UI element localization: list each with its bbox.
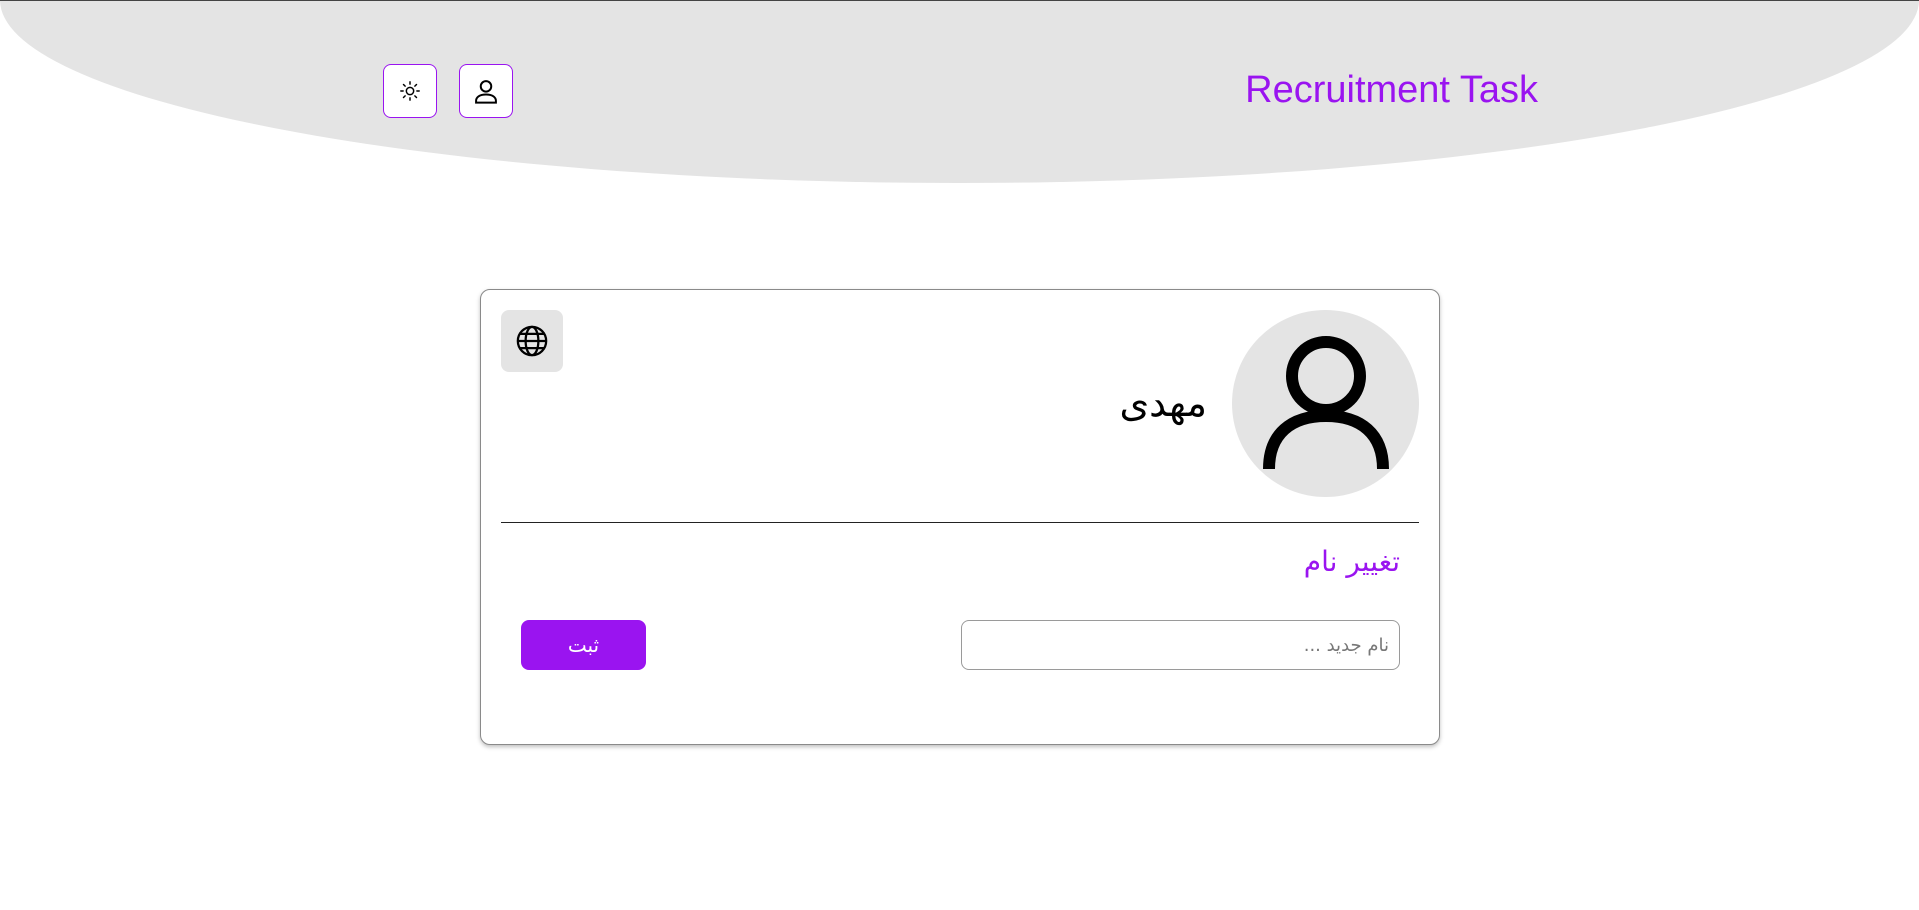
divider <box>501 522 1419 523</box>
change-name-title: تغییر نام <box>1303 545 1400 578</box>
header-content: Recruitment Task <box>383 64 1538 120</box>
new-name-input[interactable] <box>961 620 1400 670</box>
brand-title[interactable]: Recruitment Task <box>1245 68 1538 112</box>
language-button[interactable] <box>501 310 563 372</box>
username: مهدی <box>1119 381 1207 425</box>
globe-icon <box>516 325 548 357</box>
profile-card: مهدی تغییر نام ثبت <box>480 289 1440 745</box>
submit-button[interactable]: ثبت <box>521 620 646 670</box>
user-icon <box>475 80 497 104</box>
header-banner: Recruitment Task <box>0 0 1919 183</box>
sun-icon <box>400 81 420 101</box>
theme-toggle-button[interactable] <box>383 64 437 118</box>
user-avatar-icon <box>1262 335 1389 469</box>
profile-button[interactable] <box>459 64 513 118</box>
avatar <box>1232 310 1419 497</box>
top-border <box>0 0 1919 1</box>
